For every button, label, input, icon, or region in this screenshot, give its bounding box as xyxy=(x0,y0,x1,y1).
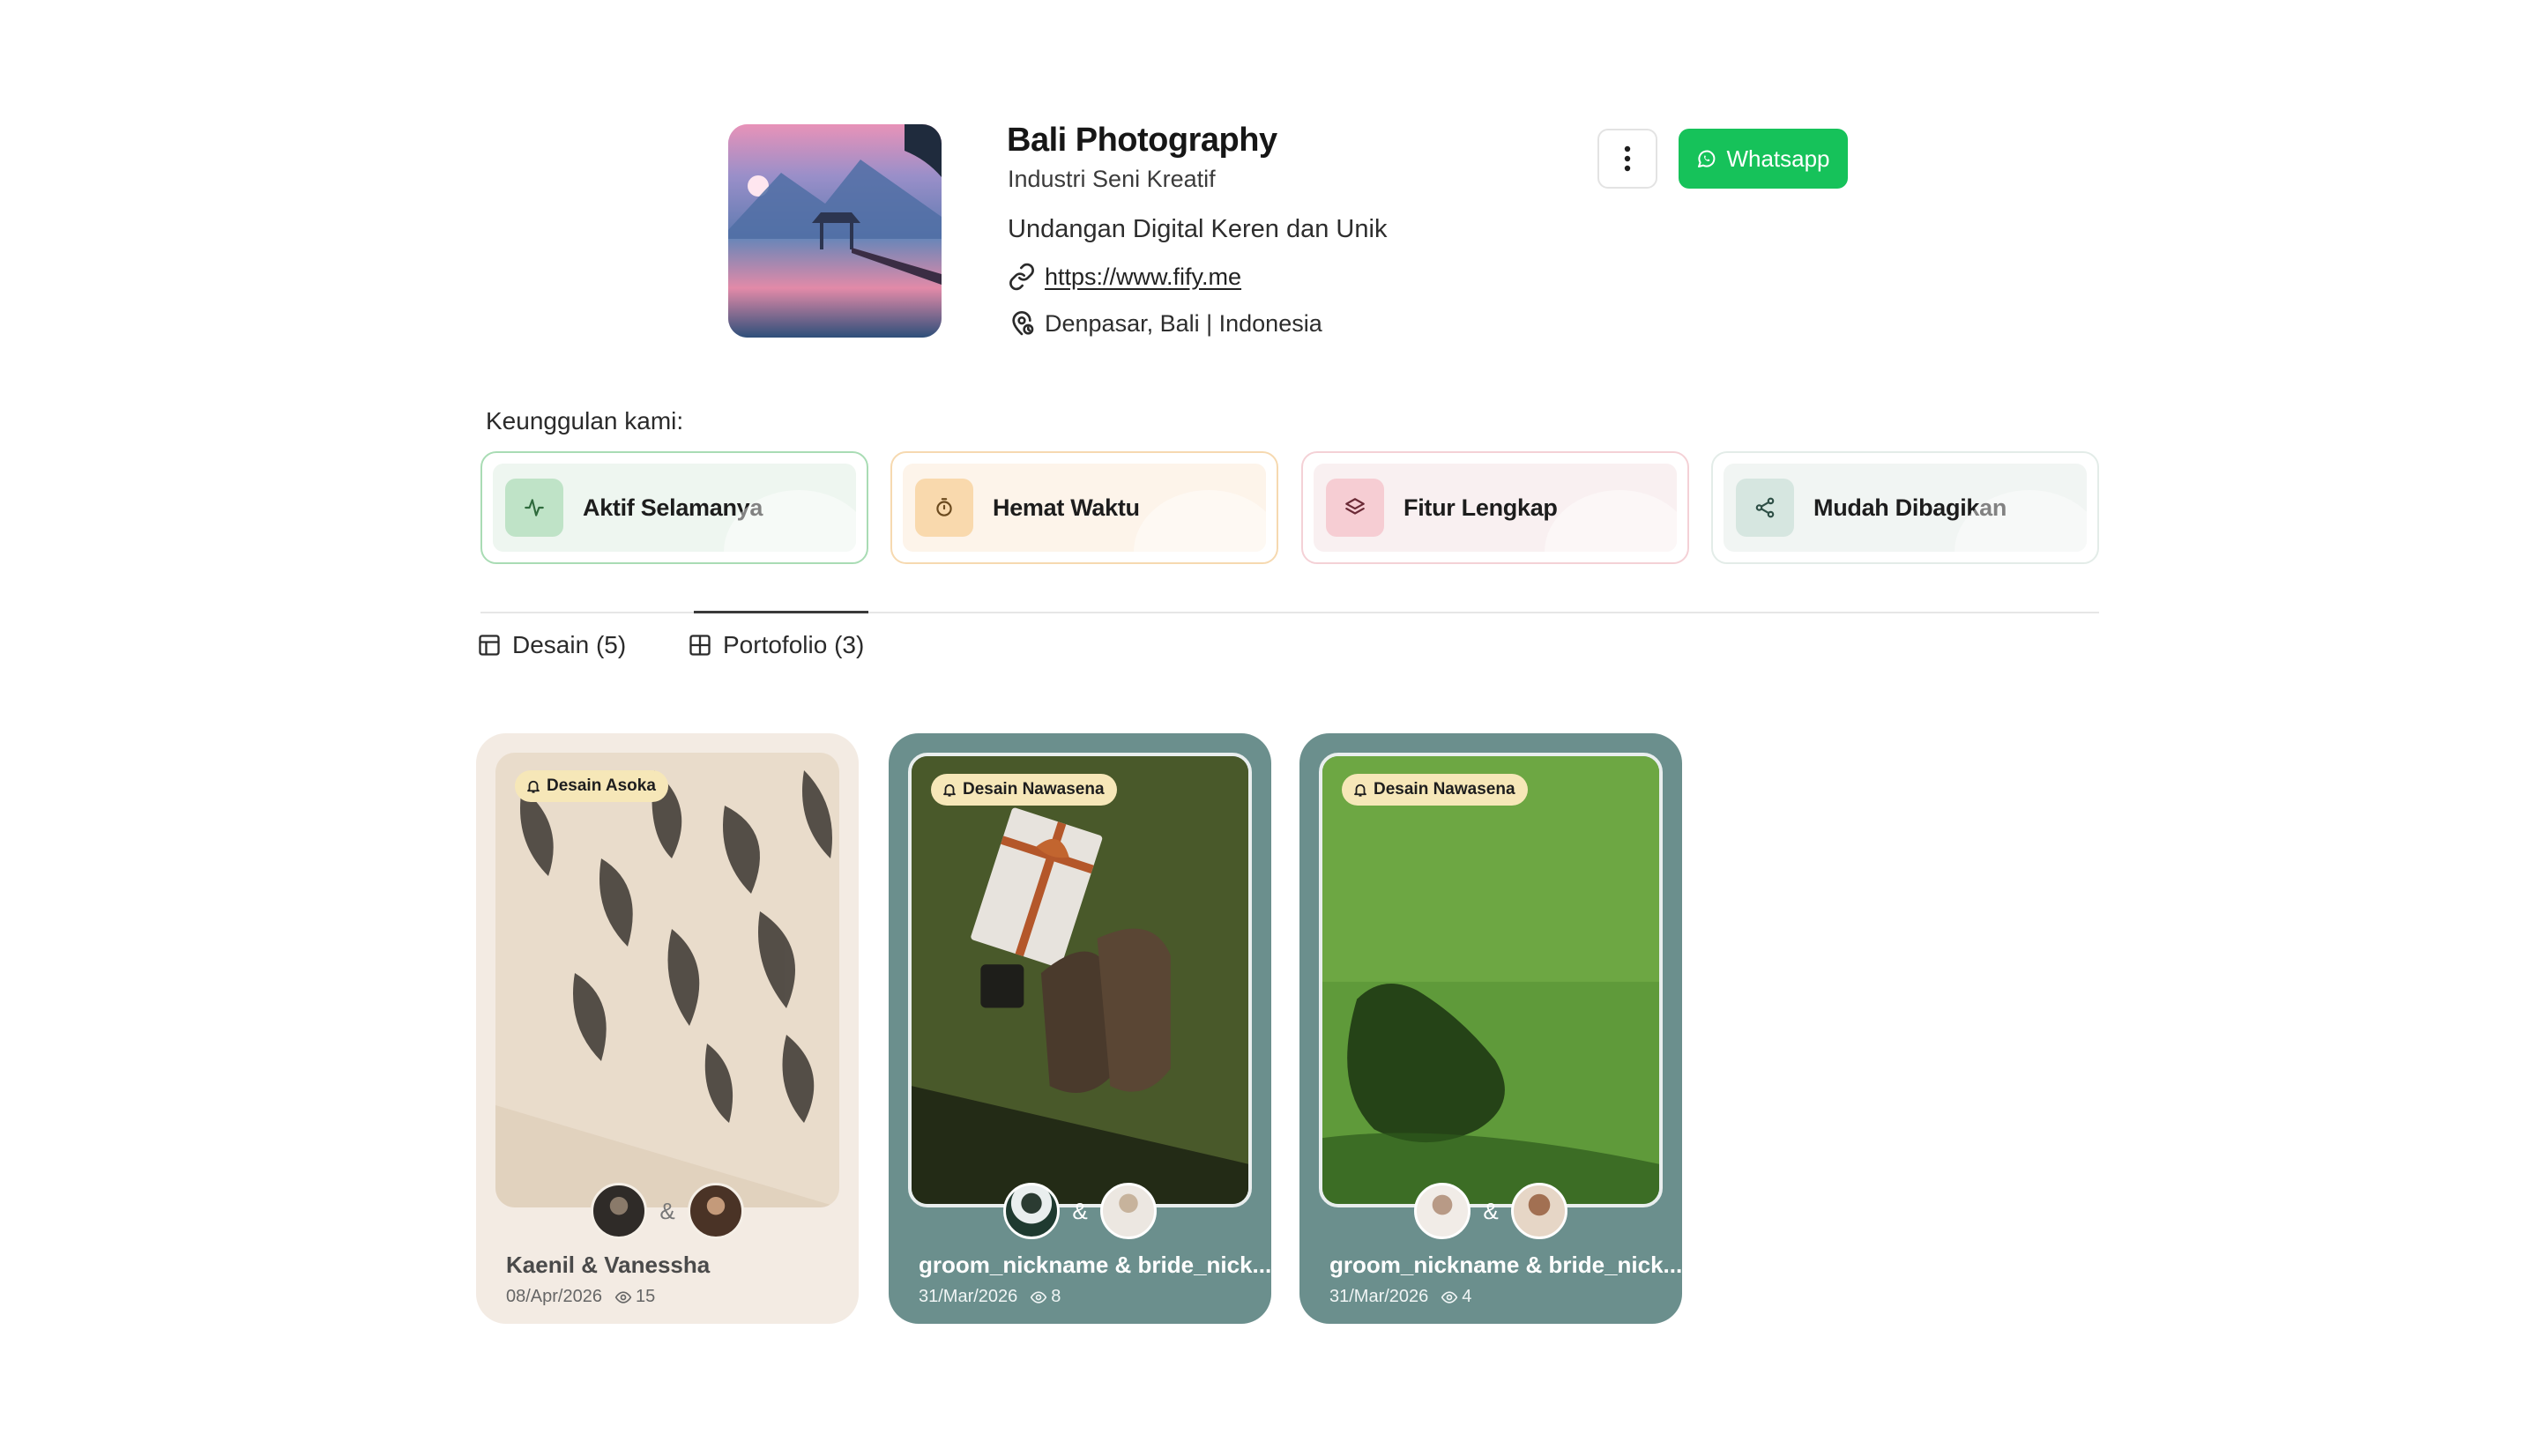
portfolio-card[interactable]: Desain Asoka & Kaenil & Vanessha 08/Apr/… xyxy=(476,733,859,1324)
link-icon xyxy=(1009,263,1034,291)
bell-icon xyxy=(943,784,956,797)
card-meta: 08/Apr/2026 15 xyxy=(506,1287,655,1307)
brand-tagline: Undangan Digital Keren dan Unik xyxy=(1008,215,1388,243)
bride-avatar xyxy=(687,1183,744,1239)
advantage-card-active-forever: Aktif Selamanya xyxy=(480,451,868,564)
brand-name: Bali Photography xyxy=(1007,122,1277,159)
couple-avatars: & xyxy=(476,1183,859,1239)
timer-icon xyxy=(915,479,973,537)
bride-avatar xyxy=(1510,1183,1567,1239)
card-meta: 31/Mar/2026 8 xyxy=(919,1287,1061,1307)
tab-design[interactable]: Desain (5) xyxy=(477,631,626,659)
card-title: groom_nickname & bride_nick... xyxy=(919,1252,1271,1278)
card-views: 15 xyxy=(614,1287,655,1307)
couple-avatars: & xyxy=(889,1183,1271,1239)
card-views: 8 xyxy=(1030,1287,1061,1307)
brand-industry: Industri Seni Kreatif xyxy=(1008,166,1216,192)
location-text: Denpasar, Bali | Indonesia xyxy=(1045,309,1322,337)
whatsapp-button[interactable]: Whatsapp xyxy=(1679,129,1848,189)
card-title: groom_nickname & bride_nick... xyxy=(1329,1252,1682,1278)
eye-icon xyxy=(1441,1290,1458,1304)
card-title: Kaenil & Vanessha xyxy=(506,1252,711,1278)
grid-icon xyxy=(689,635,711,656)
eye-icon xyxy=(1031,1290,1047,1304)
advantage-card-easy-share: Mudah Dibagikan xyxy=(1711,451,2099,564)
tab-design-label: Desain (5) xyxy=(512,631,627,658)
portfolio-card[interactable]: Desain Nawasena & groom_nickname & bride… xyxy=(1299,733,1682,1324)
advantage-label: Aktif Selamanya xyxy=(583,494,763,521)
website-link[interactable]: https://www.fify.me xyxy=(1045,264,1241,291)
whatsapp-icon xyxy=(1698,150,1716,167)
more-options-button[interactable] xyxy=(1597,129,1657,189)
groom-avatar xyxy=(1414,1183,1471,1239)
bell-icon xyxy=(1354,784,1366,797)
advantage-label: Fitur Lengkap xyxy=(1404,494,1558,521)
location-row: Denpasar, Bali | Indonesia xyxy=(1008,309,1322,338)
card-meta: 31/Mar/2026 4 xyxy=(1329,1287,1471,1307)
advantage-card-save-time: Hemat Waktu xyxy=(890,451,1278,564)
groom-avatar xyxy=(1003,1183,1061,1239)
portfolio-card[interactable]: Desain Nawasena & groom_nickname & bride… xyxy=(889,733,1271,1324)
whatsapp-label: Whatsapp xyxy=(1726,145,1830,172)
design-badge: Desain Asoka xyxy=(515,770,668,802)
profile-avatar xyxy=(728,124,942,338)
portfolio-photo: Desain Asoka xyxy=(495,753,839,1207)
couple-avatars: & xyxy=(1299,1183,1682,1239)
portfolio-photo: Desain Nawasena xyxy=(1319,753,1663,1207)
more-vertical-icon xyxy=(1624,145,1631,172)
tab-portfolio-label: Portofolio (3) xyxy=(723,631,865,658)
design-badge: Desain Nawasena xyxy=(1342,774,1528,806)
tab-active-indicator xyxy=(694,611,868,613)
share-icon xyxy=(1736,479,1794,537)
bell-icon xyxy=(527,780,540,793)
card-views: 4 xyxy=(1441,1287,1471,1307)
advantages-title: Keunggulan kami: xyxy=(486,407,684,435)
advantage-card-full-features: Fitur Lengkap xyxy=(1301,451,1689,564)
portfolio-photo: Desain Nawasena xyxy=(908,753,1252,1207)
design-badge: Desain Nawasena xyxy=(931,774,1117,806)
card-date: 31/Mar/2026 xyxy=(1329,1287,1429,1306)
advantage-label: Hemat Waktu xyxy=(993,494,1140,521)
activity-icon xyxy=(505,479,563,537)
layers-icon xyxy=(1326,479,1384,537)
bride-avatar xyxy=(1099,1183,1157,1239)
groom-avatar xyxy=(591,1183,648,1239)
card-date: 31/Mar/2026 xyxy=(919,1287,1018,1306)
website-row: https://www.fify.me xyxy=(1008,263,1241,291)
card-date: 08/Apr/2026 xyxy=(506,1287,602,1306)
tab-portfolio[interactable]: Portofolio (3) xyxy=(688,631,864,659)
layout-icon xyxy=(479,635,500,656)
eye-icon xyxy=(614,1290,632,1304)
advantage-label: Mudah Dibagikan xyxy=(1813,494,2007,521)
location-pin-icon xyxy=(1012,311,1034,336)
